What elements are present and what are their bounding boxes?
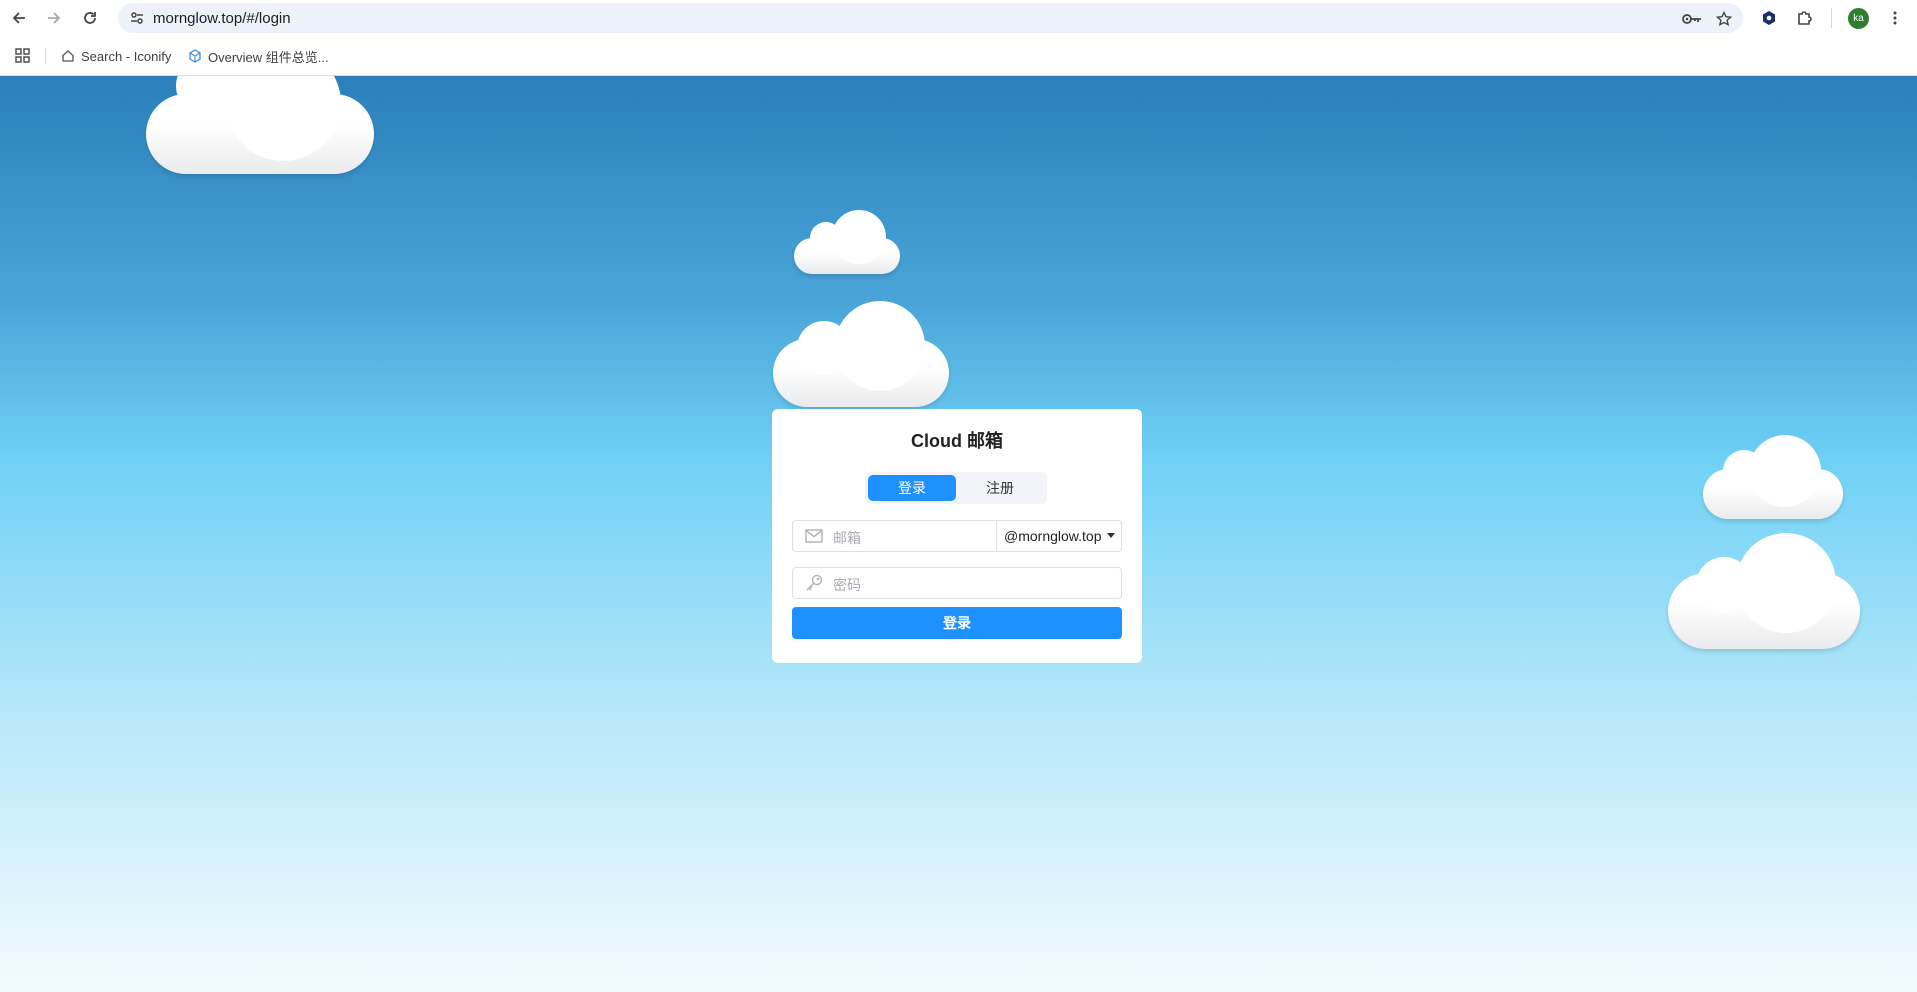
- cloud-decoration: [146, 76, 374, 174]
- mail-icon: [804, 527, 824, 545]
- email-placeholder: 邮箱: [833, 530, 861, 546]
- component-cube-icon: [189, 49, 201, 63]
- kebab-menu-icon: [1893, 11, 1897, 25]
- reload-button[interactable]: [76, 4, 104, 32]
- bookmark-label: Search - Iconify: [81, 48, 172, 64]
- login-register-switch: 登录 注册: [865, 472, 1047, 504]
- url-text[interactable]: mornglow.top/#/login: [153, 10, 291, 27]
- home-icon: [62, 50, 74, 62]
- extensions-menu-button[interactable]: [1792, 5, 1818, 31]
- apps-button[interactable]: [13, 46, 31, 64]
- tab-register[interactable]: 注册: [956, 475, 1044, 501]
- login-submit-button[interactable]: 登录: [792, 607, 1122, 639]
- password-key-button[interactable]: [1681, 8, 1703, 30]
- domain-value: @mornglow.top: [1004, 528, 1102, 544]
- key-icon: [1682, 14, 1701, 24]
- toolbar-divider: [1831, 8, 1832, 28]
- bookmark-overview[interactable]: Overview 组件总览...: [188, 46, 329, 66]
- cloud-decoration: [794, 210, 900, 274]
- bookmark-iconify[interactable]: Search - Iconify: [61, 46, 171, 66]
- arrow-left-icon: [12, 12, 25, 24]
- bookmark-star-button[interactable]: [1713, 8, 1735, 30]
- tune-icon: [131, 12, 143, 24]
- email-field[interactable]: 邮箱 @mornglow.top: [792, 520, 1122, 552]
- cloud-decoration: [1703, 435, 1843, 519]
- bookmarks-divider: [45, 48, 46, 64]
- card-title: Cloud 邮箱: [911, 431, 1003, 451]
- forward-button[interactable]: [40, 4, 68, 32]
- caret-down-icon: [1107, 533, 1116, 538]
- login-page-background: Cloud 邮箱 登录 注册 邮箱 @mornglow.top 密码 登录: [0, 76, 1917, 992]
- back-button[interactable]: [5, 4, 33, 32]
- bookmark-label: Overview 组件总览...: [208, 49, 329, 65]
- password-field[interactable]: 密码: [792, 567, 1122, 599]
- puzzle-icon: [1798, 11, 1812, 25]
- star-icon: [1716, 11, 1732, 27]
- apps-grid-icon: [14, 47, 30, 63]
- tab-login[interactable]: 登录: [868, 475, 956, 501]
- arrow-right-icon: [48, 12, 61, 24]
- password-placeholder: 密码: [833, 577, 861, 593]
- extension-button[interactable]: [1756, 5, 1782, 31]
- browser-menu-button[interactable]: [1882, 5, 1908, 31]
- reload-icon: [84, 12, 96, 24]
- address-bar[interactable]: mornglow.top/#/login: [118, 3, 1743, 33]
- hexagon-extension-icon: [1763, 11, 1775, 25]
- browser-toolbar: mornglow.top/#/login ka: [0, 0, 1917, 36]
- bookmarks-bar: Search - Iconify Overview 组件总览...: [0, 36, 1917, 76]
- key-icon: [804, 574, 824, 592]
- profile-avatar[interactable]: ka: [1848, 8, 1869, 29]
- domain-select[interactable]: @mornglow.top: [996, 521, 1121, 551]
- cloud-decoration: [1668, 533, 1860, 649]
- login-card: Cloud 邮箱 登录 注册 邮箱 @mornglow.top 密码 登录: [772, 409, 1142, 663]
- cloud-decoration: [773, 301, 949, 407]
- site-info-button[interactable]: [126, 7, 148, 29]
